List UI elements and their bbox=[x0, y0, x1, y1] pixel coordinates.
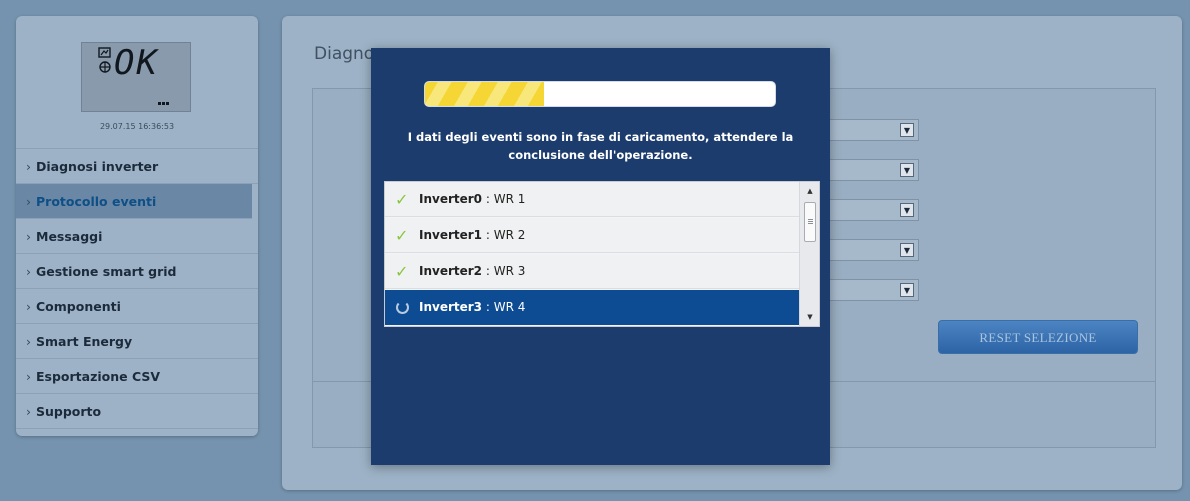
display-dots bbox=[158, 102, 170, 105]
chevron-right-icon: › bbox=[26, 264, 31, 279]
chevron-right-icon: › bbox=[26, 299, 31, 314]
sidebar-item-supporto[interactable]: › Supporto bbox=[16, 394, 258, 429]
inverter-name: Inverter1 bbox=[419, 228, 483, 242]
chevron-down-icon[interactable]: ▼ bbox=[900, 123, 914, 137]
progress-bar bbox=[424, 81, 776, 107]
inverter-name: Inverter0 bbox=[419, 192, 483, 206]
sidebar-item-label: Protocollo eventi bbox=[36, 194, 157, 209]
loading-dialog: I dati degli eventi sono in fase di cari… bbox=[371, 48, 830, 465]
chevron-down-icon[interactable]: ▼ bbox=[900, 243, 914, 257]
sidebar: OK 29.07.15 16:36:53 › Diagnosi inverter … bbox=[16, 16, 258, 436]
inverter-separator: : bbox=[482, 264, 494, 278]
sidebar-item-label: Smart Energy bbox=[36, 334, 133, 349]
scroll-thumb[interactable] bbox=[804, 202, 816, 242]
inverter-separator: : bbox=[482, 228, 494, 242]
sidebar-item-esportazione-csv[interactable]: › Esportazione CSV bbox=[16, 359, 258, 394]
sidebar-menu: › Diagnosi inverter › Protocollo eventi › M… bbox=[16, 148, 258, 429]
chevron-right-icon: › bbox=[26, 404, 31, 419]
reset-selection-button[interactable]: RESET SELEZIONE bbox=[938, 320, 1138, 354]
inverter-separator: : bbox=[482, 192, 494, 206]
checkmark-icon: ✓ bbox=[395, 190, 409, 209]
loading-message: I dati degli eventi sono in fase di cari… bbox=[407, 130, 794, 162]
inverter-separator: : bbox=[482, 300, 494, 314]
sidebar-item-componenti[interactable]: › Componenti bbox=[16, 289, 258, 324]
scroll-down-arrow-icon[interactable]: ▼ bbox=[800, 310, 819, 324]
inverter-row: ✓ Inverter1 : WR 2 bbox=[385, 218, 799, 253]
device-timestamp: 29.07.15 16:36:53 bbox=[99, 122, 175, 131]
sidebar-item-smart-energy[interactable]: › Smart Energy bbox=[16, 324, 258, 359]
sidebar-item-protocollo-eventi[interactable]: › Protocollo eventi bbox=[16, 184, 252, 219]
list-scrollbar[interactable]: ▲ ▼ bbox=[799, 182, 819, 326]
checkmark-icon: ✓ bbox=[395, 262, 409, 281]
chevron-right-icon: › bbox=[26, 334, 31, 349]
chevron-down-icon[interactable]: ▼ bbox=[900, 163, 914, 177]
loading-spinner-icon bbox=[396, 301, 409, 314]
status-icons bbox=[98, 47, 111, 73]
checkmark-icon: ✓ bbox=[395, 226, 409, 245]
inverter-row-loading: Inverter3 : WR 4 bbox=[385, 290, 799, 325]
sidebar-item-gestione-smart-grid[interactable]: › Gestione smart grid bbox=[16, 254, 258, 289]
chevron-right-icon: › bbox=[26, 194, 31, 209]
sidebar-item-label: Esportazione CSV bbox=[36, 369, 161, 384]
inverter-name: Inverter3 bbox=[419, 300, 483, 314]
chevron-down-icon[interactable]: ▼ bbox=[900, 203, 914, 217]
inverter-label: WR 4 bbox=[493, 300, 526, 314]
sidebar-item-label: Messaggi bbox=[36, 229, 103, 244]
inverter-label: WR 2 bbox=[493, 228, 526, 242]
chevron-right-icon: › bbox=[26, 369, 31, 384]
page-title: Diagnosi bbox=[314, 44, 374, 64]
scroll-up-arrow-icon[interactable]: ▲ bbox=[800, 184, 819, 198]
sidebar-item-label: Diagnosi inverter bbox=[36, 159, 159, 174]
chevron-right-icon: › bbox=[26, 229, 31, 244]
sidebar-item-messaggi[interactable]: › Messaggi bbox=[16, 219, 258, 254]
inverter-list: ✓ Inverter0 : WR 1 ✓ Inverter1 : WR 2 ✓ … bbox=[384, 181, 820, 327]
inverter-row: ✓ Inverter0 : WR 1 bbox=[385, 182, 799, 217]
progress-fill bbox=[425, 82, 544, 106]
chevron-right-icon: › bbox=[26, 159, 31, 174]
inverter-label: WR 3 bbox=[493, 264, 526, 278]
sidebar-item-label: Componenti bbox=[36, 299, 121, 314]
display-status-text: OK bbox=[114, 43, 159, 83]
sidebar-item-diagnosi-inverter[interactable]: › Diagnosi inverter bbox=[16, 149, 258, 184]
chevron-down-icon[interactable]: ▼ bbox=[900, 283, 914, 297]
sidebar-item-label: Supporto bbox=[36, 404, 102, 419]
device-display: OK bbox=[81, 42, 191, 112]
sidebar-item-label: Gestione smart grid bbox=[36, 264, 177, 279]
inverter-row: ✓ Inverter2 : WR 3 bbox=[385, 254, 799, 289]
inverter-label: WR 1 bbox=[493, 192, 526, 206]
inverter-name: Inverter2 bbox=[419, 264, 483, 278]
